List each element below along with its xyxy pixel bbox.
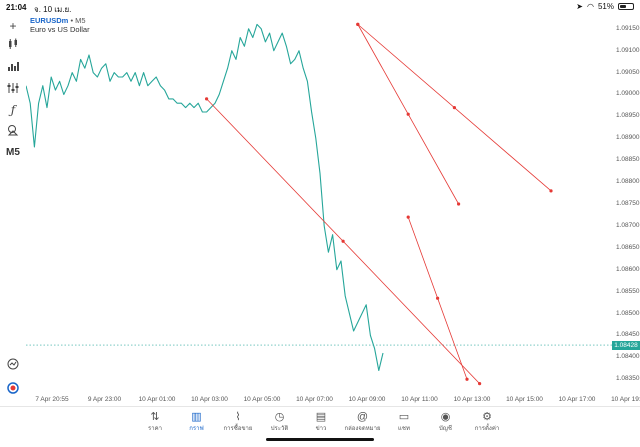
function-icon[interactable]: ƒ bbox=[4, 102, 22, 118]
tab-label: ข่าว bbox=[315, 426, 327, 432]
price-tick-label: 1.09050 bbox=[616, 68, 640, 76]
trend-line-anchor-2-start bbox=[356, 22, 360, 26]
chart-toolbar: + ƒ M5 bbox=[0, 14, 26, 394]
home-indicator[interactable] bbox=[266, 438, 374, 441]
trend-line-anchor-3-start bbox=[406, 215, 410, 219]
candlestick-icon[interactable] bbox=[4, 36, 22, 52]
bar-chart-icon[interactable] bbox=[4, 58, 22, 74]
price-tick-label: 1.08450 bbox=[616, 331, 640, 339]
tab-label: บัญชี bbox=[439, 426, 452, 432]
account-icon: ◉ bbox=[440, 411, 451, 423]
price-tick-label: 1.08950 bbox=[616, 112, 640, 120]
status-bar: 21:04 จ. 10 เม.ย. ➤ ◠ 51% bbox=[0, 0, 640, 14]
symbol-name[interactable]: EURUSDm bbox=[30, 16, 68, 25]
trade-icon: ⌇ bbox=[235, 411, 241, 423]
time-tick-label: 10 Apr 01:00 bbox=[138, 396, 176, 403]
symbol-timeframe: M5 bbox=[75, 16, 86, 25]
price-tick-label: 1.08500 bbox=[616, 309, 640, 317]
history-icon: ◷ bbox=[274, 411, 285, 423]
tab-news[interactable]: ▤ ข่าว bbox=[299, 409, 343, 433]
price-tick-label: 1.08850 bbox=[616, 156, 640, 164]
price-tick-label: 1.09000 bbox=[616, 90, 640, 98]
price-tick-label: 1.08600 bbox=[616, 265, 640, 273]
tab-account[interactable]: ◉ บัญชี bbox=[424, 409, 468, 433]
quotes-icon: ⇅ bbox=[150, 411, 160, 423]
symbol-header: EURUSDm • M5 Euro vs US Dollar bbox=[30, 16, 90, 34]
trend-line-anchor-2-end bbox=[457, 202, 461, 206]
tab-chat[interactable]: ▭ แชท bbox=[382, 409, 426, 433]
mailbox-icon: @ bbox=[356, 411, 369, 423]
tab-quotes[interactable]: ⇅ ราคา bbox=[133, 409, 177, 433]
timeframe-button[interactable]: M5 bbox=[4, 144, 22, 160]
time-tick-label: 10 Apr 09:00 bbox=[348, 396, 386, 403]
price-axis: 1.09150 1.09100 1.09050 1.09000 1.08950 1.089… bbox=[614, 14, 640, 394]
battery-percent: 51% bbox=[597, 2, 614, 11]
trend-line-anchor-2-mid bbox=[406, 112, 410, 116]
time-tick-label: 10 Apr 11:00 bbox=[401, 396, 438, 403]
price-tick-label: 1.09150 bbox=[616, 24, 640, 32]
symbol-description: Euro vs US Dollar bbox=[30, 25, 90, 34]
time-axis: 7 Apr 20:55 9 Apr 23:00 10 Apr 01:00 10 Apr… bbox=[26, 394, 640, 406]
trend-line-anchor-3-mid bbox=[436, 296, 440, 300]
battery-fill bbox=[620, 5, 627, 8]
one-click-trading-icon[interactable] bbox=[4, 380, 22, 396]
trend-line-anchor-1-mid bbox=[452, 106, 456, 110]
trend-line-anchor-0-start bbox=[205, 97, 209, 101]
tab-label: การตั้งค่า bbox=[474, 426, 500, 432]
price-tick-label: 1.08350 bbox=[616, 375, 640, 383]
tab-label: ประวัติ bbox=[270, 426, 289, 432]
tab-label: กล่องจดหมาย bbox=[344, 426, 381, 432]
time-tick-label: 10 Apr 07:00 bbox=[296, 396, 333, 403]
trend-line-anchor-0-mid bbox=[341, 239, 345, 243]
tab-trade[interactable]: ⌇ การซื้อขาย bbox=[216, 409, 260, 433]
zoom-icon[interactable] bbox=[4, 356, 22, 372]
status-right: ➤ ◠ 51% bbox=[576, 2, 634, 11]
chart-area[interactable] bbox=[25, 14, 614, 394]
tab-history[interactable]: ◷ ประวัติ bbox=[258, 409, 302, 433]
tab-settings[interactable]: ⚙ การตั้งค่า bbox=[465, 409, 509, 433]
wifi-icon: ◠ bbox=[587, 2, 594, 11]
time-tick-label: 7 Apr 20:55 bbox=[35, 396, 69, 403]
time-tick-label: 10 Apr 17:00 bbox=[558, 396, 596, 403]
time-tick-label: 10 Apr 13:00 bbox=[453, 396, 491, 403]
price-chart[interactable] bbox=[25, 14, 614, 394]
price-tick-label: 1.08550 bbox=[616, 287, 640, 295]
news-icon: ▤ bbox=[315, 411, 327, 423]
price-tick-label: 1.08650 bbox=[616, 243, 640, 251]
price-tick-label: 1.08900 bbox=[616, 134, 640, 142]
battery-icon bbox=[618, 3, 634, 10]
trend-line-anchor-0-end bbox=[478, 382, 482, 386]
location-icon: ➤ bbox=[576, 2, 583, 11]
time-tick-label: 10 Apr 03:00 bbox=[191, 396, 228, 403]
indicators-icon[interactable] bbox=[4, 80, 22, 96]
trend-line-anchor-3-end bbox=[465, 377, 469, 381]
status-time: 21:04 bbox=[6, 3, 27, 12]
time-tick-label: 10 Apr 05:00 bbox=[243, 396, 281, 403]
price-tick-label: 1.08750 bbox=[616, 200, 640, 207]
current-price-tag: 1.08428 bbox=[612, 340, 640, 350]
trend-line-anchor-1-end bbox=[549, 189, 553, 193]
time-tick-label: 10 Apr 15:00 bbox=[506, 396, 543, 403]
settings-icon: ⚙ bbox=[482, 411, 492, 423]
time-tick-label: 9 Apr 23:00 bbox=[87, 396, 122, 403]
tab-label: กราฟ bbox=[189, 426, 204, 432]
tab-chart[interactable]: ▥ กราฟ bbox=[175, 409, 219, 433]
price-tick-label: 1.08400 bbox=[616, 353, 640, 361]
price-series-line-0 bbox=[25, 23, 384, 372]
symbol-separator: • bbox=[70, 16, 74, 25]
tab-mailbox[interactable]: @ กล่องจดหมาย bbox=[341, 409, 385, 433]
objects-icon[interactable] bbox=[4, 122, 22, 138]
price-tick-label: 1.08800 bbox=[616, 178, 640, 186]
tab-label: แชท bbox=[398, 426, 410, 432]
chat-icon: ▭ bbox=[398, 411, 410, 423]
time-tick-label: 10 Apr 19:00 bbox=[611, 396, 640, 403]
price-tick-label: 1.08700 bbox=[616, 221, 640, 229]
tab-label: ราคา bbox=[148, 426, 162, 432]
tab-label: การซื้อขาย bbox=[223, 426, 253, 432]
chart-icon: ▥ bbox=[191, 411, 202, 423]
crosshair-icon[interactable]: + bbox=[4, 18, 22, 34]
price-tick-label: 1.09100 bbox=[616, 46, 640, 54]
